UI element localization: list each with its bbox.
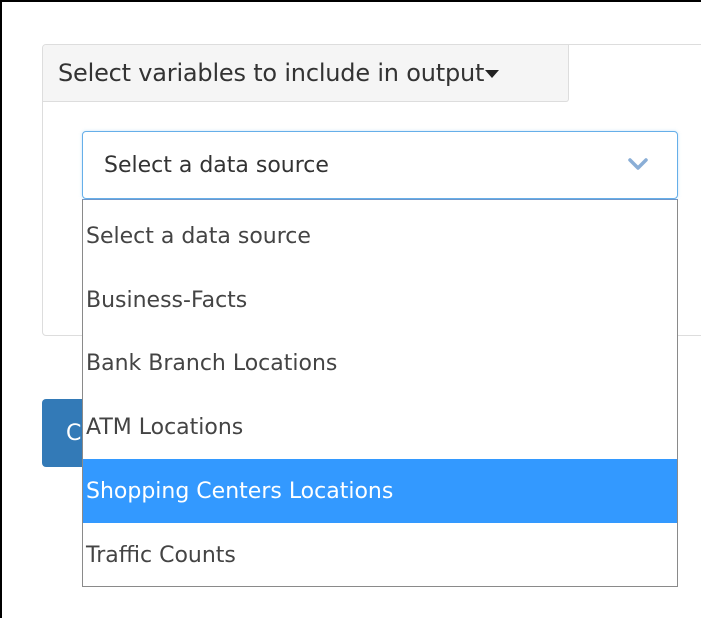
dropdown-option[interactable]: Traffic Counts	[83, 523, 677, 587]
dropdown-option[interactable]: Bank Branch Locations	[83, 331, 677, 395]
dropdown-option-highlighted[interactable]: Shopping Centers Locations	[83, 459, 677, 523]
data-source-select-value: Select a data source	[104, 152, 329, 178]
partially-hidden-button[interactable]: C	[42, 399, 83, 467]
caret-down-icon	[485, 70, 500, 78]
data-source-select[interactable]: Select a data source	[82, 131, 678, 199]
chevron-down-icon	[628, 158, 648, 170]
panel-heading: Select variables to include in output	[58, 59, 485, 87]
output-variables-toggle[interactable]: Select variables to include in output	[43, 45, 569, 102]
dropdown-option[interactable]: ATM Locations	[83, 395, 677, 459]
partially-hidden-button-label: C	[66, 420, 82, 446]
window-frame: Select variables to include in output C …	[0, 0, 701, 618]
dropdown-option[interactable]: Business-Facts	[83, 268, 677, 332]
dropdown-option[interactable]: Select a data source	[83, 204, 677, 268]
data-source-dropdown-list: Select a data source Business-Facts Bank…	[82, 199, 678, 587]
